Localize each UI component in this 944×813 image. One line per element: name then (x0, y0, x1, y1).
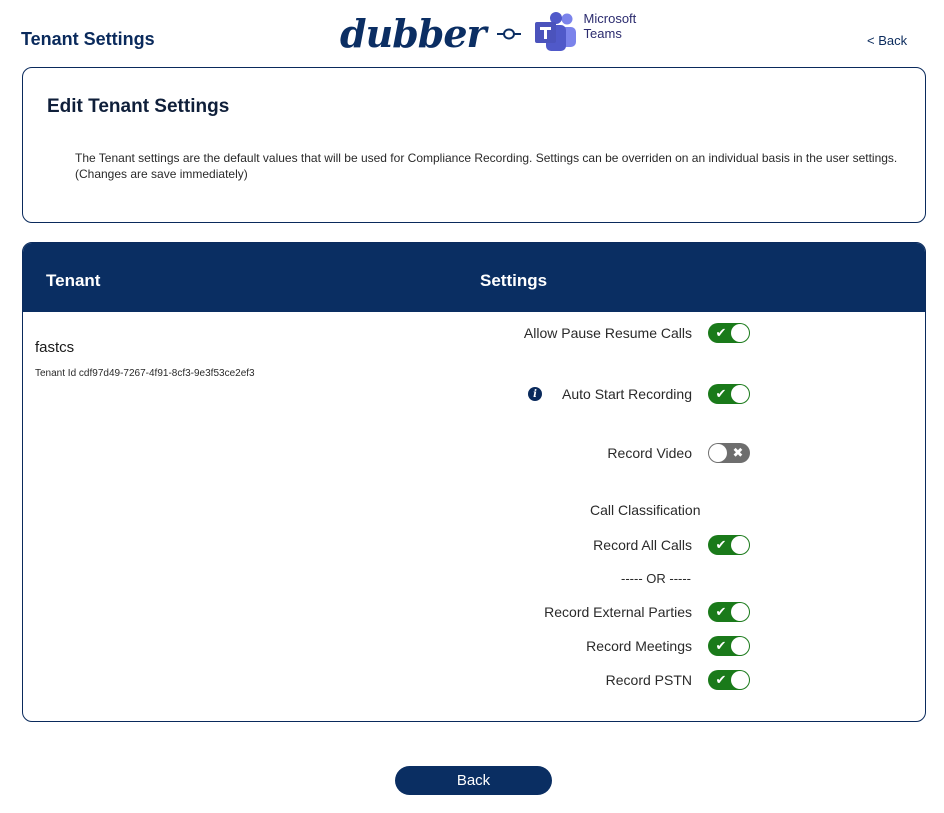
dubber-logo: dubber (340, 11, 487, 56)
or-separator: ----- OR ----- (621, 571, 692, 586)
edit-card-title: Edit Tenant Settings (47, 96, 230, 117)
tenant-id: Tenant Id cdf97d49-7267-4f91-8cf3-9e3f53… (35, 368, 255, 379)
setting-label: Allow Pause Resume Calls (523, 325, 692, 341)
setting-record-meetings: Record Meetings ✔ (586, 636, 750, 656)
setting-label: Record Video (607, 445, 692, 461)
setting-label: Record Meetings (586, 638, 692, 654)
setting-record-video: Record Video ✖ (607, 443, 750, 463)
call-classification-label: Call Classification (590, 502, 701, 518)
microsoft-teams-icon (532, 11, 578, 58)
setting-label: Record All Calls (593, 537, 692, 553)
edit-settings-card: Edit Tenant Settings The Tenant settings… (22, 67, 926, 223)
check-icon: ✔ (715, 604, 727, 619)
setting-label: Record External Parties (544, 604, 692, 620)
check-icon: ✔ (715, 537, 727, 552)
edit-card-description: The Tenant settings are the default valu… (75, 150, 907, 182)
record-external-parties-toggle[interactable]: ✔ (708, 602, 750, 622)
setting-allow-pause-resume: Allow Pause Resume Calls ✔ (524, 323, 750, 343)
record-all-calls-toggle[interactable]: ✔ (708, 535, 750, 555)
record-pstn-toggle[interactable]: ✔ (708, 670, 750, 690)
check-icon: ✔ (715, 325, 727, 340)
column-header-settings: Settings (480, 271, 548, 290)
toggle-knob (731, 671, 749, 689)
cross-icon: ✖ (732, 445, 744, 460)
toggle-knob (731, 637, 749, 655)
setting-label: Record PSTN (605, 672, 692, 688)
info-icon[interactable]: i (528, 387, 543, 401)
setting-record-external-parties: Record External Parties ✔ (544, 602, 750, 622)
link-icon (496, 27, 522, 41)
column-header-tenant: Tenant (46, 271, 101, 290)
toggle-knob (731, 385, 749, 403)
tenant-settings-table: Tenant Settings fastcs Tenant Id cdf97d4… (22, 242, 926, 722)
toggle-knob (709, 444, 727, 462)
brand-logos: dubber Microsoft Teams (340, 10, 660, 58)
setting-record-all-calls: Record All Calls ✔ (593, 535, 750, 555)
allow-pause-resume-toggle[interactable]: ✔ (708, 323, 750, 343)
description-note: (Changes are save immediately) (75, 167, 248, 181)
setting-label: Auto Start Recording (562, 386, 692, 402)
top-back-link[interactable]: < Back (867, 33, 907, 48)
table-header: Tenant Settings (23, 243, 925, 312)
setting-auto-start-recording: i Auto Start Recording ✔ (528, 384, 750, 404)
tenant-name: fastcs (35, 339, 75, 356)
toggle-knob (731, 324, 749, 342)
toggle-knob (731, 603, 749, 621)
check-icon: ✔ (715, 386, 727, 401)
toggle-knob (731, 536, 749, 554)
microsoft-teams-label: Microsoft Teams (583, 11, 637, 41)
record-video-toggle[interactable]: ✖ (708, 443, 750, 463)
check-icon: ✔ (715, 638, 727, 653)
page-title: Tenant Settings (21, 29, 155, 49)
check-icon: ✔ (715, 672, 727, 687)
auto-start-recording-toggle[interactable]: ✔ (708, 384, 750, 404)
back-button[interactable]: Back (395, 766, 552, 795)
setting-record-pstn: Record PSTN ✔ (606, 670, 750, 690)
record-meetings-toggle[interactable]: ✔ (708, 636, 750, 656)
description-text: The Tenant settings are the default valu… (75, 151, 898, 165)
